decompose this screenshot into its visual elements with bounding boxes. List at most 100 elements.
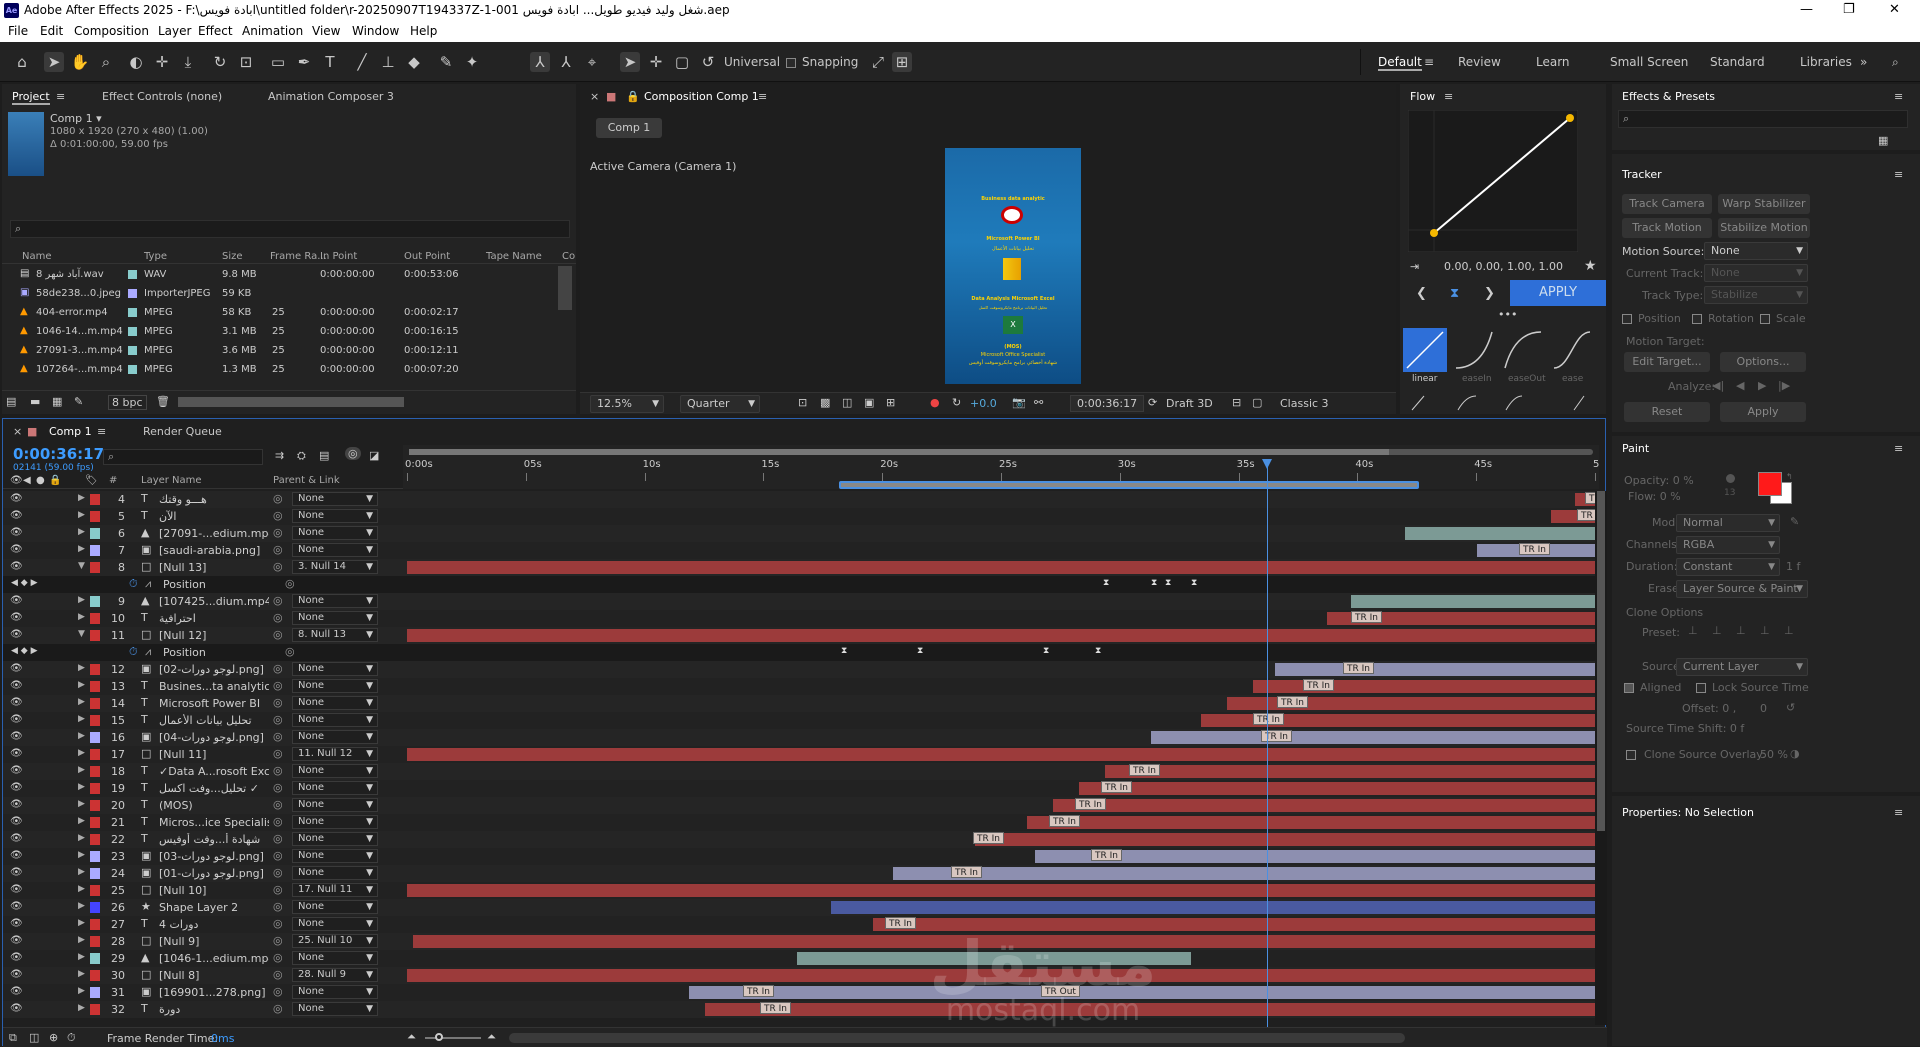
visibility-eye-icon[interactable]: 👁 — [10, 714, 23, 725]
layer-label-swatch[interactable] — [90, 834, 100, 845]
menu-effect[interactable]: Effect — [198, 24, 233, 38]
pickwhip-icon[interactable]: ◎ — [273, 611, 283, 624]
layer-row[interactable]: 👁 ▶ 18 T ✓Data A...rosoft Excel ◎ None ▼ T… — [3, 763, 1607, 780]
layer-duration-bar[interactable] — [705, 1003, 1597, 1016]
snap-edge-icon[interactable]: ⤢ — [868, 52, 888, 72]
rotation-checkbox[interactable] — [1692, 314, 1702, 324]
parent-select[interactable]: None ▼ — [292, 594, 378, 608]
transition-marker[interactable]: TR In — [1343, 662, 1374, 674]
offset-y-value[interactable]: 0 — [1760, 702, 1767, 715]
layer-name[interactable]: دورة — [159, 1003, 269, 1016]
layer-row[interactable]: 👁 ▶ 5 T الآن ◎ None ▼ TR In — [3, 508, 1607, 525]
expand-twirl-icon[interactable]: ▶ — [78, 867, 85, 877]
clone-preset-1-icon[interactable]: ⊥ — [1688, 624, 1698, 637]
bit-depth-button[interactable]: 8 bpc — [108, 395, 147, 410]
layer-label-swatch[interactable] — [90, 562, 100, 573]
options-button[interactable]: Options... — [1720, 352, 1806, 372]
scale-checkbox[interactable] — [1760, 314, 1770, 324]
menu-help[interactable]: Help — [410, 24, 437, 38]
layer-row[interactable]: 👁 ▶ 10 T احترافية ◎ None ▼ TR In — [3, 610, 1607, 627]
parent-select[interactable]: None ▼ — [292, 815, 378, 829]
expand-twirl-icon[interactable]: ▶ — [78, 527, 85, 537]
transition-marker[interactable]: TR In — [885, 917, 916, 929]
tab-effect-controls[interactable]: Effect Controls (none) — [102, 90, 222, 103]
more-presets-row[interactable] — [1410, 392, 1600, 412]
col-type[interactable]: Type — [144, 251, 167, 262]
expand-twirl-icon[interactable]: ▶ — [78, 952, 85, 962]
draft-3d-toggle-icon[interactable]: ⛭ — [297, 449, 306, 463]
layer-label-swatch[interactable] — [90, 596, 100, 607]
layer-row[interactable]: 👁 ▶ 20 T (MOS) ◎ None ▼ TR In — [3, 797, 1607, 814]
favorite-star-icon[interactable]: ★ — [1584, 258, 1597, 274]
pickwhip-icon[interactable]: ◎ — [273, 934, 283, 947]
visibility-eye-icon[interactable]: 👁 — [10, 850, 23, 861]
layer-name[interactable]: Busines...ta analytic — [159, 680, 269, 693]
opacity-label[interactable]: Opacity: 0 % — [1624, 474, 1694, 487]
comp-breadcrumb[interactable]: Comp 1 — [596, 118, 662, 138]
parent-select[interactable]: None ▼ — [292, 1002, 378, 1016]
expand-twirl-icon[interactable]: ▶ — [78, 731, 85, 741]
clone-overlay-value[interactable]: 50 % — [1760, 748, 1788, 761]
maximize-button[interactable]: ❐ — [1843, 2, 1855, 17]
layer-name[interactable]: [Null 13] — [159, 561, 269, 574]
expand-twirl-icon[interactable]: ▶ — [78, 612, 85, 622]
layer-name[interactable]: [Null 10] — [159, 884, 269, 897]
analyze-forward-icon[interactable]: ▶ — [1758, 379, 1766, 392]
visibility-eye-icon[interactable]: 👁 — [10, 765, 23, 776]
layer-switches-icon[interactable]: ⧉ — [9, 1031, 17, 1045]
render-time-icon[interactable]: ⏱ — [67, 1031, 76, 1045]
layer-row[interactable]: 👁 ▶ 23 ▣ [03-لوجو دورات.png] ◎ None ▼ TR I… — [3, 848, 1607, 865]
tab-project[interactable]: Project — [12, 90, 50, 105]
layer-label-swatch[interactable] — [90, 494, 100, 505]
new-folder-icon[interactable]: ▬ — [30, 395, 40, 408]
time-navigator[interactable] — [409, 449, 1593, 455]
comp-flowchart-icon[interactable]: ⇉ — [275, 449, 284, 462]
expand-twirl-icon[interactable]: ▶ — [78, 493, 85, 503]
parent-select[interactable]: None ▼ — [292, 509, 378, 523]
layer-duration-bar[interactable] — [831, 901, 1597, 914]
keyframe-marker[interactable]: ⧗ — [917, 646, 923, 656]
layer-duration-bar[interactable] — [1053, 799, 1597, 812]
pickwhip-icon[interactable]: ◎ — [273, 985, 283, 998]
parent-select[interactable]: None ▼ — [292, 543, 378, 557]
expand-twirl-icon[interactable]: ▶ — [78, 595, 85, 605]
layer-label-swatch[interactable] — [90, 1004, 100, 1015]
layer-duration-bar[interactable] — [407, 884, 1597, 897]
new-comp-icon[interactable]: ▦ — [52, 395, 62, 408]
overlay-difference-icon[interactable]: ◑ — [1790, 747, 1800, 760]
property-row[interactable]: ◀ ◆ ▶ ⏱ ⩘ Position ◎ ⧗ ⧗ ⧗ ⧗ — [3, 644, 1607, 661]
visibility-eye-icon[interactable]: 👁 — [10, 799, 23, 810]
comp-preview[interactable]: Business data analytic Microsoft Power B… — [945, 148, 1081, 384]
layer-row[interactable]: 👁 ▶ 6 ▲ [27091-...edium.mp4] ◎ None ▼ — [3, 525, 1607, 542]
preset-easein[interactable] — [1452, 328, 1496, 372]
pan-behind-icon[interactable]: ⊡ — [236, 52, 256, 72]
expand-twirl-icon[interactable]: ▶ — [78, 765, 85, 775]
pickwhip-icon[interactable]: ◎ — [273, 883, 283, 896]
3d-ground-icon[interactable]: ⊟ — [1232, 396, 1241, 409]
flow-import-icon[interactable]: ⇥ — [1410, 260, 1419, 273]
expand-twirl-icon[interactable]: ▶ — [78, 850, 85, 860]
expand-twirl-icon[interactable]: ▶ — [78, 697, 85, 707]
graph-icon[interactable]: ⩘ — [145, 577, 151, 591]
extended-viewer-icon[interactable]: ▢ — [1252, 396, 1262, 409]
tab-animation-composer[interactable]: Animation Composer 3 — [268, 90, 394, 103]
selection-tool-icon[interactable]: ➤ — [44, 52, 64, 72]
local-axis-icon[interactable]: ⅄ — [530, 52, 550, 72]
region-of-interest-icon[interactable]: ⊡ — [798, 396, 807, 409]
transition-marker[interactable]: TR In — [1277, 696, 1308, 708]
tracker-menu-icon[interactable]: ≡ — [1894, 168, 1903, 181]
keyframe-marker[interactable]: ⧗ — [1151, 578, 1157, 588]
close-timeline-icon[interactable]: × — [13, 425, 22, 438]
brush-tool-icon[interactable]: ╱ — [352, 52, 372, 72]
layer-duration-bar[interactable] — [407, 561, 1597, 574]
layer-duration-bar[interactable] — [1151, 731, 1597, 744]
pickwhip-icon[interactable]: ◎ — [273, 696, 283, 709]
aligned-checkbox[interactable] — [1624, 683, 1634, 693]
reset-exposure-icon[interactable]: ↻ — [952, 396, 961, 409]
parent-select[interactable]: 8. Null 13 ▼ — [292, 628, 378, 642]
layer-name[interactable]: احترافية — [159, 612, 269, 625]
layer-label-swatch[interactable] — [90, 817, 100, 828]
layer-duration-bar[interactable] — [407, 748, 1597, 761]
tab-render-queue[interactable]: Render Queue — [143, 425, 222, 438]
stabilize-motion-button[interactable]: Stabilize Motion — [1718, 218, 1810, 238]
